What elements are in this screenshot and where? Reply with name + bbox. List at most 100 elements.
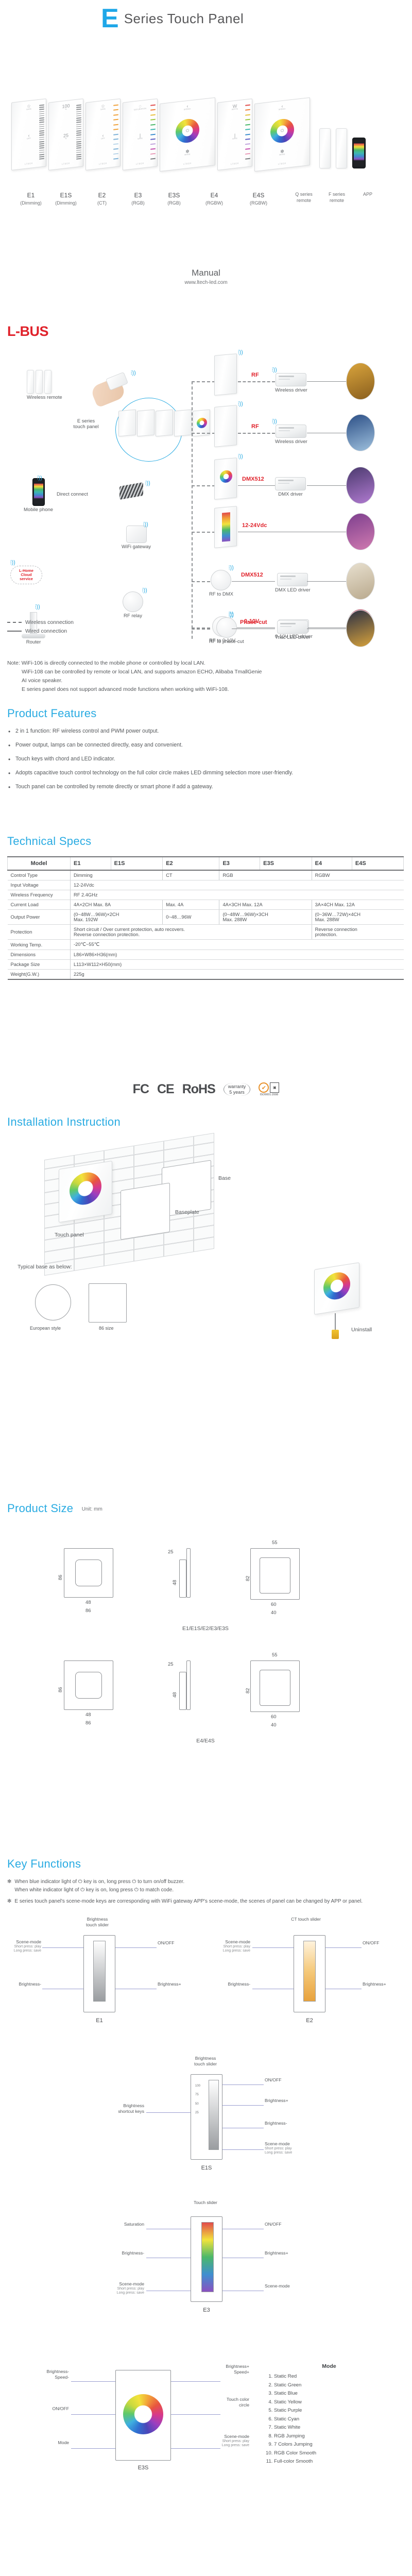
accessory-label-1: F series remote [321,191,352,204]
e3s-right-3: Scene-mode Short press: play Long press:… [177,2434,249,2448]
branch-line [192,485,215,486]
panel-glyph-top: ‹ SPEED- [278,103,286,111]
spec-value: CT [162,870,219,880]
spec-col-e3: E3 [219,856,261,871]
lbus-logo: L-BUS [7,324,49,339]
mode-list: Mode Static RedStatic GreenStatic BlueSt… [265,2362,393,2466]
e1-right-2-main: Brightness+ [158,1981,181,1987]
touch-panel-render [59,1160,112,1223]
e3s-leader-6 [171,2448,220,2449]
e2-sub-l1: CT touch slider [291,1917,321,1922]
e1-leader-3 [115,1947,157,1948]
spec-value: (0~36W…72W)×4CH Max. 288W [311,909,404,925]
mode-item: 7 Colors Jumping [274,2441,393,2449]
legend-wired-label: Wired connection [25,628,67,634]
spec-col-e2: E2 [162,856,220,871]
spec-row: Protection Short circuit / Over current p… [7,924,404,940]
mode-item: RGB Color Smooth [274,2449,393,2458]
e1s-right-4-s1: Short press: play [265,2146,292,2150]
installation-section: Installation Instruction Base Baseplate … [7,1115,404,1339]
e1-title: E1 [96,2018,103,2024]
e1s-shortcut-value: 25 [195,2111,199,2115]
model-type: (Dimming) [20,200,42,206]
e3-left-3-main: Scene-mode [119,2281,144,2286]
e1-left-1-s1: Short press: play [14,1944,41,1948]
e-series-logo: E [101,4,119,33]
e1-right-1: ON/OFF [158,1940,174,1946]
product-panel-e3: ◌ SATURATION | SAVE LTECH [123,98,158,171]
feature-item: Touch panel can be controlled by remote … [7,783,404,792]
spec-value: 3A×4CH Max. 12A [311,900,404,910]
panel-glyph-top: 100% [62,103,70,111]
back-inner-outline-1 [260,1557,290,1594]
mode-item: Static Purple [274,2406,393,2415]
side-view-outline-2 [179,1672,186,1710]
e3s-title: E3S [138,2465,149,2471]
panel-glyph-top: ☆ SAVE [100,103,106,111]
e1s-sub-l2: touch slider [194,2061,217,2066]
lineup-label-e2: E2 (CT) [83,191,121,207]
node-wifi-gateway: WiFi gateway [122,526,151,550]
e1s-right-4-main: Scene-mode [265,2141,290,2146]
e3-slider-caption: Touch slider [194,2200,217,2205]
key-diagram-e3s: Brightness- Speed- ON/OFF Mode Brightnes… [7,2349,404,2566]
panel-brand: LTECH [278,162,286,165]
e1s-right-3: Brightness- [265,2121,287,2126]
panel-row: ☆ SAVE ‹ OFF LTECH 100% 25% LTECH ☆ SAVE ‹ OFF LTECH… [11,97,366,172]
feature-item: 2 in 1 function: RF wireless control and… [7,727,404,736]
datasheet-page: E Series Touch Panel ☆ SAVE ‹ OFF LTECH 100% 2… [0,0,412,2576]
node-label-line2: touch panel [73,424,99,430]
model-name: E3 [134,192,142,199]
panel-glyph-top: ☆ SAVE [26,103,32,111]
wired-link [307,381,347,382]
product-panel-e2: ☆ SAVE ‹ OFF LTECH [85,98,121,171]
note-block: Note: WiFi-106 is directly connected to … [7,659,404,694]
side-view-outline-1 [179,1560,186,1598]
model-type: (CT) [97,200,107,206]
spec-value: (0~48W…96W)×3CH Max. 288W [219,909,312,925]
manual-title: Manual [192,268,220,278]
e3s-left-2: ON/OFF [52,2406,69,2411]
spec-value: 4A×2CH Max. 8A [70,900,163,910]
node-rf-to-phase-cut: RF to phase-cut [209,617,244,645]
dim-back-b-2: 60 [271,1714,277,1720]
spec-key: Control Type [7,870,71,880]
accessory-group [319,128,366,168]
label-base: Base [218,1175,231,1181]
wifi-signal-icon: ⦙)) [272,367,277,373]
lineup-label-e4: E4 (RGBW) [196,191,233,207]
note-line-1: WiFi-108 can be controlled by remote or … [22,669,262,675]
wired-link [307,485,347,486]
panel-dmx [214,457,237,500]
color-wheel [176,117,199,145]
kf-note-2: E series touch panel's scene-mode keys a… [14,1899,363,1905]
feature-item: Power output, lamps can be connected dir… [7,741,404,750]
e3-panel-outline [191,2216,222,2302]
panel-glyph-bottom: | SAVE [232,132,238,140]
mode-list-title: Mode [322,2363,336,2369]
accessory-label-2: APP [352,191,383,197]
branch-line [192,532,215,533]
e2-left-1-s1: Short press: play [223,1944,250,1948]
node-wireless-remote: Wireless remote [27,370,62,400]
dashed-line-sample [7,622,22,623]
e1s-title: E1S [201,2165,212,2171]
dim-side-t-2: 25 [168,1662,174,1667]
screwdriver-handle [332,1330,339,1339]
panel-brand: LTECH [99,162,107,165]
e1s-shortcut-value: 75 [195,2093,199,2097]
spec-col-e1s: E1S [110,856,163,871]
e1-left-1: Scene-mode Short press: play Long press:… [7,1939,41,1954]
wifi-signal-icon: ⦙)) [272,418,277,425]
page-title-text: Series Touch Panel [124,10,244,26]
e3-right-3: Scene-mode [265,2283,290,2289]
e1-slider-caption: Brightness touch slider [69,1917,126,1927]
node-label-line1: E series [77,418,95,424]
e1s-leader-5 [222,2149,264,2150]
wifi-signal-icon: ⦙)) [238,401,243,407]
e3s-right-3-s2: Long press: save [221,2444,249,2448]
mode-item: Static Yellow [274,2398,393,2407]
panel-brand: LTECH [25,162,33,165]
key-diagram-e1-e2: Brightness touch slider CT touch slider … [7,1917,404,2045]
e3-left-2: Brightness- [122,2250,144,2256]
